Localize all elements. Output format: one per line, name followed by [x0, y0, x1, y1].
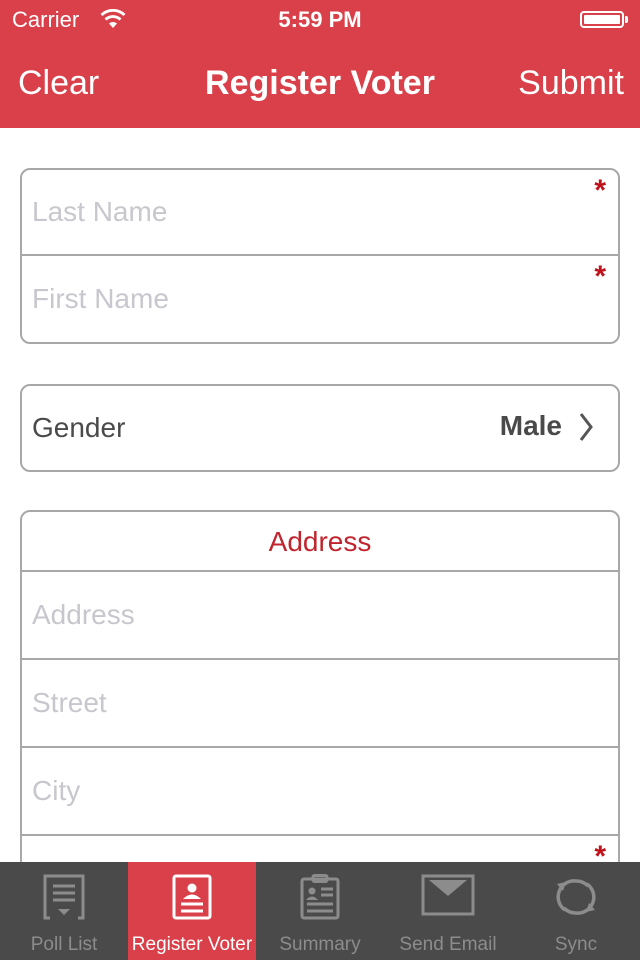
address-section-header: Address: [22, 512, 618, 572]
first-name-input[interactable]: [32, 256, 572, 342]
poll-list-icon: [0, 874, 128, 926]
city-row: [22, 748, 618, 836]
navigation-bar: Clear Register Voter Submit: [0, 40, 640, 128]
tab-label: Send Email: [399, 934, 497, 955]
required-marker: *: [594, 260, 606, 293]
envelope-icon: [384, 874, 512, 926]
tab-sync[interactable]: Sync: [512, 862, 640, 960]
submit-button[interactable]: Submit: [518, 64, 624, 103]
sync-icon: [512, 874, 640, 926]
last-name-row: *: [22, 170, 618, 256]
tab-bar: Poll List Register Voter Summary Send Em…: [0, 862, 640, 960]
status-bar: Carrier 5:59 PM: [0, 0, 640, 40]
tab-poll-list[interactable]: Poll List: [0, 862, 128, 960]
register-voter-icon: [128, 874, 256, 926]
street-input[interactable]: [32, 660, 572, 746]
gender-selector[interactable]: Gender Male: [20, 384, 620, 472]
summary-clipboard-icon: [256, 874, 384, 926]
first-name-row: *: [22, 256, 618, 342]
tab-register-voter[interactable]: Register Voter: [128, 862, 256, 960]
battery-icon: [580, 11, 624, 28]
tab-label: Poll List: [30, 934, 98, 955]
city-input[interactable]: [32, 748, 572, 834]
address-input[interactable]: [32, 572, 572, 658]
required-marker: *: [594, 174, 606, 207]
last-name-input[interactable]: [32, 170, 572, 254]
tab-send-email[interactable]: Send Email: [384, 862, 512, 960]
tab-summary[interactable]: Summary: [256, 862, 384, 960]
tab-label: Sync: [554, 934, 598, 955]
address-group: Address *: [20, 510, 620, 910]
street-row: [22, 660, 618, 748]
battery-tip: [625, 16, 628, 23]
name-fields-group: * *: [20, 168, 620, 344]
address-row: [22, 572, 618, 660]
clear-button[interactable]: Clear: [18, 64, 99, 103]
tab-label: Register Voter: [131, 934, 253, 955]
gender-value: Male: [499, 410, 562, 441]
chevron-right-icon: [578, 412, 594, 447]
clock: 5:59 PM: [278, 7, 362, 32]
gender-label: Gender: [32, 412, 126, 443]
tab-label: Summary: [279, 934, 361, 955]
